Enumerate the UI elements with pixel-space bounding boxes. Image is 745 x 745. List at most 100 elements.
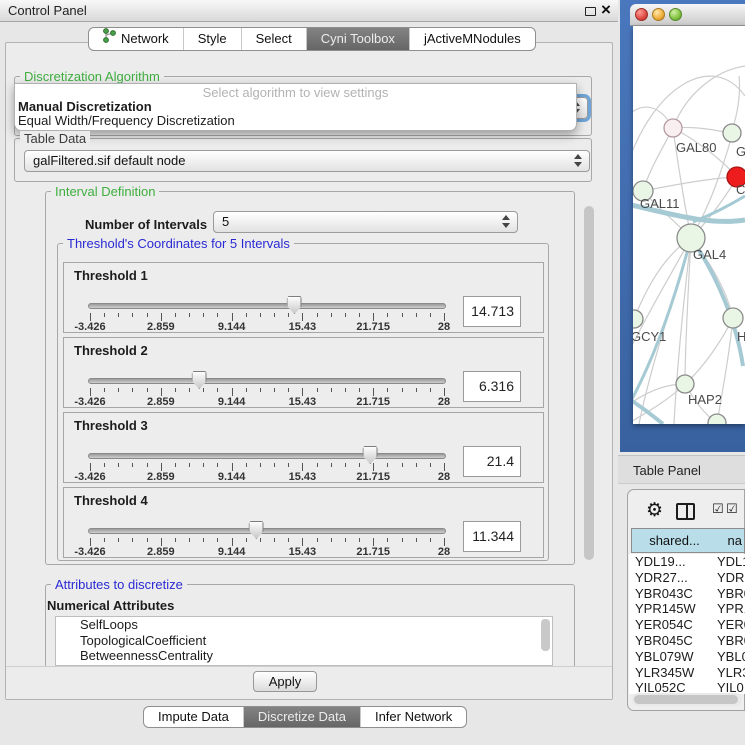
node-h[interactable] — [723, 308, 743, 328]
network-window-titlebar[interactable] — [630, 4, 745, 26]
node-hap2[interactable] — [676, 375, 694, 393]
threshold-2-value-field[interactable]: 6.316 — [463, 371, 521, 402]
close-traffic-light-icon[interactable] — [635, 8, 648, 21]
tab-select[interactable]: Select — [241, 28, 306, 50]
cell-name[interactable]: YLR3 — [717, 665, 745, 680]
table-row[interactable]: YBR043C YBR0 — [629, 586, 745, 602]
cell-name[interactable]: YDL1 — [717, 554, 745, 569]
tick-mark — [402, 538, 403, 542]
column-header-name[interactable]: na — [717, 528, 745, 553]
zoom-traffic-light-icon[interactable] — [669, 8, 682, 21]
settings-scrollbar[interactable] — [582, 200, 596, 566]
numerical-attributes-list[interactable]: SelfLoopsTopologicalCoefficientBetweenne… — [55, 616, 553, 666]
node-gal80[interactable] — [664, 119, 682, 137]
tab-discretize-data[interactable]: Discretize Data — [243, 707, 360, 727]
threshold-3-slider[interactable] — [88, 453, 446, 459]
cell-name[interactable]: YDR2 — [717, 570, 745, 585]
tab-jactivemnodules[interactable]: jActiveMNodules — [409, 28, 535, 50]
tab-infer-network[interactable]: Infer Network — [360, 707, 466, 727]
tab-style[interactable]: Style — [183, 28, 241, 50]
threshold-4-slider[interactable] — [88, 528, 446, 534]
minimize-traffic-light-icon[interactable] — [652, 8, 665, 21]
tick-mark — [90, 313, 91, 321]
tick-label: 15.43 — [289, 471, 317, 483]
list-scrollbar[interactable] — [541, 619, 550, 665]
attributes-group-label: Attributes to discretize — [51, 577, 187, 592]
cell-shared-name[interactable]: YDL19... — [635, 554, 686, 569]
table-horizontal-scrollbar[interactable] — [632, 693, 742, 706]
tab-impute-data[interactable]: Impute Data — [144, 707, 243, 727]
dropdown-item-manual[interactable]: Manual Discretization — [15, 100, 576, 114]
scrollbar-thumb[interactable] — [584, 206, 594, 560]
threshold-2-label: Threshold 2 — [74, 343, 148, 358]
table-row[interactable]: YIL052C YIL0 — [629, 680, 745, 694]
tick-mark — [387, 313, 388, 317]
cell-name[interactable]: YBR0 — [717, 586, 745, 601]
close-icon[interactable]: × — [601, 0, 611, 20]
table-row[interactable]: YLR345W YLR3 — [629, 665, 745, 681]
cell-name[interactable]: YER0 — [717, 617, 745, 632]
tick-mark — [147, 538, 148, 542]
column-header-shared-name[interactable]: shared... — [631, 528, 718, 553]
node-top-right[interactable] — [723, 124, 741, 142]
tick-mark — [444, 388, 445, 396]
tick-mark — [232, 538, 233, 546]
threshold-1-thumb[interactable] — [287, 296, 302, 314]
cell-shared-name[interactable]: YDR27... — [635, 570, 688, 585]
attribute-list-item[interactable]: BetweennessCentrality — [56, 648, 552, 664]
cell-name[interactable]: YPR1 — [717, 601, 745, 616]
top-tab-bar: Network Style Select Cyni Toolbox jActiv… — [88, 27, 536, 51]
table-row[interactable]: YBR045C YBR0 — [629, 633, 745, 649]
cell-shared-name[interactable]: YER054C — [635, 617, 693, 632]
scrollbar-thumb[interactable] — [541, 619, 550, 651]
number-of-intervals-combo[interactable]: 5 — [213, 211, 518, 233]
threshold-3-value-field[interactable]: 21.4 — [463, 446, 521, 477]
table-row[interactable]: YER054C YER0 — [629, 617, 745, 633]
tab-cyni-toolbox[interactable]: Cyni Toolbox — [306, 28, 409, 50]
threshold-4-value-field[interactable]: 11.344 — [463, 521, 521, 552]
table-row[interactable]: YBL079W YBL0 — [629, 649, 745, 665]
checkbox-icon[interactable]: ☑ — [726, 501, 738, 517]
cell-shared-name[interactable]: YPR145W — [635, 601, 696, 616]
tick-label: 28 — [438, 396, 450, 408]
tab-network[interactable]: Network — [89, 28, 183, 50]
column-view-icon[interactable] — [676, 503, 695, 520]
table-row[interactable]: YDL19... YDL1 — [629, 554, 745, 570]
table-row[interactable]: YPR145W YPR1 — [629, 601, 745, 617]
table-data-combo[interactable]: galFiltered.sif default node — [24, 150, 590, 172]
cell-name[interactable]: YBL0 — [717, 649, 745, 664]
cell-shared-name[interactable]: YBR045C — [635, 633, 693, 648]
network-canvas[interactable]: GAL80 GA C GAL11 GAL4 GCY1 H HAP2 — [633, 26, 745, 424]
tick-mark — [430, 463, 431, 467]
threshold-2-slider[interactable] — [88, 378, 446, 384]
node-bottom[interactable] — [708, 414, 726, 424]
tick-mark — [232, 463, 233, 471]
cell-name[interactable]: YIL0 — [717, 680, 744, 694]
tick-mark — [118, 313, 119, 317]
cell-name[interactable]: YBR0 — [717, 633, 745, 648]
dropdown-prompt[interactable]: Select algorithm to view settings — [15, 84, 576, 100]
table-row[interactable]: YDR27... YDR2 — [629, 570, 745, 586]
cell-shared-name[interactable]: YBR043C — [635, 586, 693, 601]
attribute-list-item[interactable]: SelfLoops — [56, 617, 552, 633]
apply-button[interactable]: Apply — [253, 671, 317, 692]
threshold-2-thumb[interactable] — [192, 371, 207, 389]
dropdown-item-equal-width[interactable]: Equal Width/Frequency Discretization — [15, 114, 576, 128]
tick-label: 21.715 — [356, 471, 390, 483]
threshold-1-slider[interactable] — [88, 303, 446, 309]
node-gcy1[interactable] — [633, 310, 643, 328]
threshold-4-thumb[interactable] — [249, 521, 264, 539]
tick-mark — [331, 313, 332, 317]
checkbox-icon[interactable]: ☑ — [712, 501, 724, 517]
tick-mark — [189, 463, 190, 467]
threshold-3-thumb[interactable] — [363, 446, 378, 464]
threshold-1-value-field[interactable]: 14.713 — [463, 296, 521, 327]
gear-icon[interactable]: ⚙ — [646, 499, 663, 522]
scrollbar-thumb[interactable] — [634, 695, 738, 704]
float-window-icon[interactable] — [585, 7, 596, 16]
attribute-list-item[interactable]: TopologicalCoefficient — [56, 633, 552, 649]
node-table[interactable]: YDL19...YDL1YDR27...YDR2YBR043CYBR0YPR14… — [629, 554, 745, 694]
cell-shared-name[interactable]: YBL079W — [635, 649, 694, 664]
cell-shared-name[interactable]: YIL052C — [635, 680, 686, 694]
cell-shared-name[interactable]: YLR345W — [635, 665, 694, 680]
